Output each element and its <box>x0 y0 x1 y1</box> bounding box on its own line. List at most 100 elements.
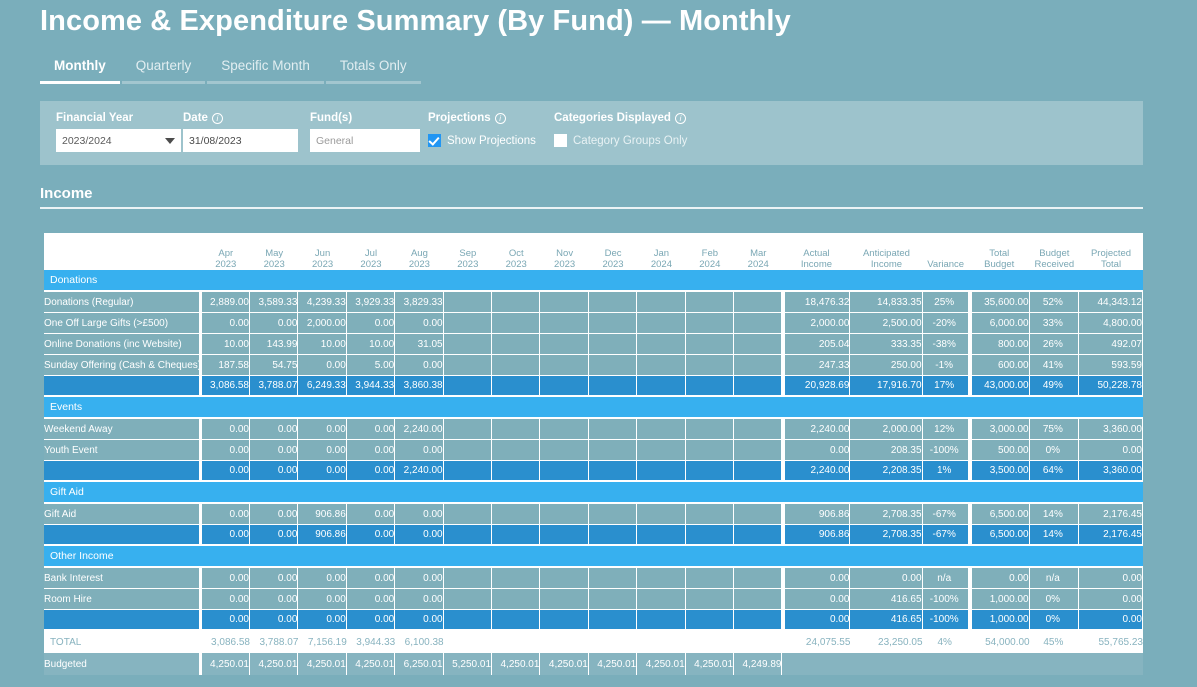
cell-month: 906.86 <box>298 525 347 546</box>
group-subtotal-row: 0.00 0.00 0.00 0.00 2,240.00 2,240.00 2,208.35… <box>44 461 1143 482</box>
cell-month <box>734 313 783 334</box>
cell-month: 2,889.00 <box>201 292 250 313</box>
cell-month <box>685 313 735 334</box>
table-row[interactable]: Room Hire 0.00 0.00 0.00 0.00 0.00 0.00 416.65-… <box>44 589 1143 610</box>
cell-anticipated: 208.35 <box>850 440 923 461</box>
cell-month: 0.00 <box>201 419 250 440</box>
tab-specific-month[interactable]: Specific Month <box>207 58 324 84</box>
info-icon[interactable]: i <box>494 112 506 124</box>
cell-month <box>588 589 638 610</box>
table-row[interactable]: Weekend Away 0.00 0.00 0.00 0.00 2,240.00 2,24… <box>44 419 1143 440</box>
cell-total-budget: 0.00 <box>968 568 1030 589</box>
cell-anticipated: 2,500.00 <box>850 313 923 334</box>
cell-month: 0.00 <box>395 568 444 589</box>
cell-projected-total: 3,360.00 <box>1079 461 1143 482</box>
cell-month <box>637 292 686 313</box>
cell-month <box>637 376 686 397</box>
table-row[interactable]: Gift Aid 0.00 0.00 906.86 0.00 0.00 906.86 2,70… <box>44 504 1143 525</box>
table-row[interactable]: Sunday Offering (Cash & Cheques) 187.58 54… <box>44 355 1143 376</box>
cell-month <box>637 525 686 546</box>
category-groups-only-row[interactable]: Category Groups Only <box>554 129 687 152</box>
cell-month <box>492 504 541 525</box>
cell-month <box>685 589 735 610</box>
cell-month <box>540 313 589 334</box>
table-row[interactable]: Donations (Regular) 2,889.00 3,589.33 4,239… <box>44 292 1143 313</box>
column-header: Aug 2023 <box>395 233 444 270</box>
show-projections-row[interactable]: Show Projections <box>428 129 536 152</box>
cell-month <box>540 334 589 355</box>
cell-month: 0.00 <box>201 589 250 610</box>
group-name: Gift Aid <box>44 482 1143 504</box>
cell-anticipated: 2,000.00 <box>850 419 923 440</box>
cell-month <box>588 631 638 653</box>
cell-variance: 25% <box>922 292 969 313</box>
cell-total-budget: 1,000.00 <box>968 589 1030 610</box>
row-label: Room Hire <box>44 589 202 610</box>
cell-month <box>540 292 589 313</box>
group-name: Donations <box>44 270 1143 292</box>
cell-month <box>443 610 493 631</box>
cell-month: 6,250.01 <box>395 653 444 675</box>
cell-total-budget: 600.00 <box>968 355 1030 376</box>
cell-month: 0.00 <box>201 461 250 482</box>
cell-total-budget: 1,000.00 <box>968 610 1030 631</box>
cell-month: 5.00 <box>346 355 396 376</box>
table-row[interactable]: One Off Large Gifts (>£500) 0.00 0.00 2,000… <box>44 313 1143 334</box>
financial-year-group: Financial Year 2023/2024 <box>56 112 181 152</box>
cell-month: 0.00 <box>395 440 444 461</box>
cell-month <box>734 504 783 525</box>
cell-month <box>443 313 493 334</box>
cell-anticipated: 416.65 <box>850 610 923 631</box>
cell-month <box>443 334 493 355</box>
tab-totals-only[interactable]: Totals Only <box>325 58 421 84</box>
cell-month: 0.00 <box>395 610 444 631</box>
cell-month: 0.00 <box>249 461 299 482</box>
cell-month: 0.00 <box>201 504 250 525</box>
funds-input[interactable]: General <box>310 129 420 152</box>
report-page: Income & Expenditure Summary (By Fund) —… <box>0 0 1197 687</box>
cell-month <box>443 461 493 482</box>
column-header: Jul 2023 <box>346 233 396 270</box>
cell-total-budget: 3,500.00 <box>968 461 1030 482</box>
cell-month <box>540 610 589 631</box>
financial-year-select[interactable]: 2023/2024 <box>56 129 181 152</box>
date-group: Date i 31/08/2023 <box>183 112 298 152</box>
table-row[interactable]: Youth Event 0.00 0.00 0.00 0.00 0.00 0.00 208.3… <box>44 440 1143 461</box>
table-row[interactable]: Bank Interest 0.00 0.00 0.00 0.00 0.00 0.00 0.0… <box>44 568 1143 589</box>
show-projections-checkbox[interactable] <box>428 134 441 147</box>
cell-month: 0.00 <box>346 313 396 334</box>
cell-month: 906.86 <box>298 504 347 525</box>
section-divider <box>40 207 1143 209</box>
cell-month <box>734 589 783 610</box>
cell-month: 0.00 <box>201 525 250 546</box>
column-header: Projected Total <box>1079 233 1143 270</box>
cell-month: 4,250.01 <box>201 653 250 675</box>
tab-quarterly[interactable]: Quarterly <box>121 58 206 84</box>
budgeted-empty-cell <box>782 653 1143 675</box>
cell-month <box>734 334 783 355</box>
info-icon[interactable]: i <box>674 112 686 124</box>
date-input[interactable]: 31/08/2023 <box>183 129 298 152</box>
cell-month <box>540 525 589 546</box>
info-icon[interactable]: i <box>211 112 223 124</box>
cell-anticipated: 14,833.35 <box>850 292 923 313</box>
column-header: Jan 2024 <box>637 233 686 270</box>
cell-anticipated: 2,208.35 <box>850 461 923 482</box>
tab-monthly[interactable]: Monthly <box>40 58 120 84</box>
cell-month: 10.00 <box>346 334 396 355</box>
cell-month <box>588 610 638 631</box>
cell-month: 0.00 <box>249 440 299 461</box>
cell-variance: 12% <box>922 419 969 440</box>
cell-actual: 0.00 <box>782 610 851 631</box>
page-title: Income & Expenditure Summary (By Fund) —… <box>40 5 791 37</box>
column-header: Dec 2023 <box>588 233 638 270</box>
column-header: Feb 2024 <box>685 233 735 270</box>
cell-projected-total: 4,800.00 <box>1079 313 1143 334</box>
cell-month <box>492 589 541 610</box>
cell-month <box>492 419 541 440</box>
category-groups-only-checkbox[interactable] <box>554 134 567 147</box>
table-row[interactable]: Online Donations (inc Website) 10.00 143.9… <box>44 334 1143 355</box>
cell-month <box>637 334 686 355</box>
date-label-text: Date <box>183 112 208 124</box>
column-header: Nov 2023 <box>540 233 589 270</box>
